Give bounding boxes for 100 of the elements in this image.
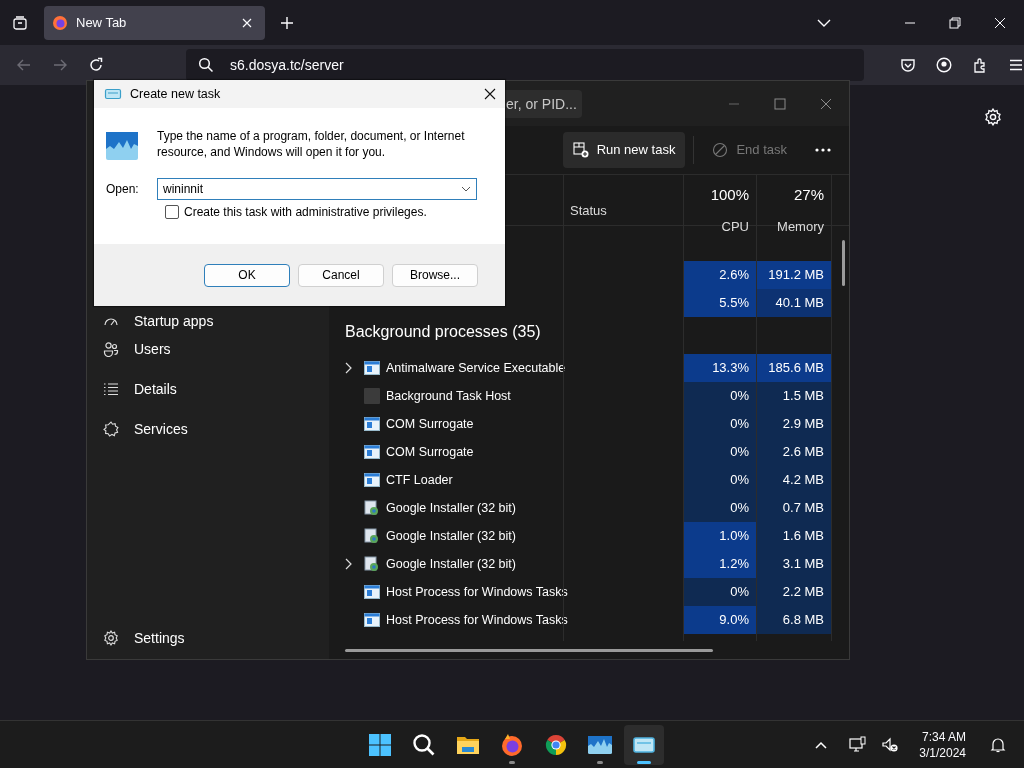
- browser-icon: [544, 732, 568, 757]
- window-icon: [364, 443, 380, 460]
- checkbox-label[interactable]: Create this task with administrative privileges.: [184, 205, 427, 219]
- settings-icon[interactable]: [984, 108, 1002, 126]
- memory-total: 27%: [793, 184, 824, 205]
- group-heading: Background processes (35): [344, 321, 542, 341]
- search-icon: [412, 732, 436, 757]
- checkbox[interactable]: [165, 205, 179, 219]
- maximize-icon[interactable]: [774, 97, 786, 110]
- process-name: Google Installer (32 bit): [386, 556, 516, 571]
- list-icon: [103, 381, 119, 397]
- account-icon[interactable]: [936, 57, 952, 73]
- window-icon: [364, 415, 380, 432]
- firefox-icon: [500, 732, 524, 757]
- column-header[interactable]: CPU: [721, 212, 749, 241]
- process-name: Google Installer (32 bit): [386, 528, 516, 543]
- memory-cell: 2.2 MB: [756, 577, 831, 606]
- column-header[interactable]: Memory: [777, 212, 824, 241]
- back-icon[interactable]: [16, 57, 32, 73]
- process-name: Host Process for Windows Tasks: [386, 584, 568, 599]
- close-icon[interactable]: [484, 88, 496, 100]
- settings-item[interactable]: Settings: [87, 623, 329, 653]
- cpu-total: 100%: [710, 184, 749, 205]
- memory-cell: 191.2 MB: [756, 260, 831, 289]
- blank-icon: [364, 387, 380, 404]
- window-icon: [364, 359, 380, 376]
- address-bar[interactable]: s6.dosya.tc/server: [186, 49, 864, 81]
- pocket-icon[interactable]: [900, 57, 916, 73]
- sidebar-item[interactable]: Services: [87, 414, 329, 444]
- search-icon: [198, 57, 214, 73]
- installer-icon: [364, 527, 380, 544]
- browser-tab[interactable]: New Tab: [44, 5, 265, 40]
- dialog-button[interactable]: OK: [204, 263, 290, 287]
- tab-title: New Tab: [76, 15, 128, 30]
- run-icon: [104, 88, 122, 100]
- add-window-icon: [572, 141, 589, 158]
- sidebar-item[interactable]: Details: [87, 374, 329, 404]
- cpu-cell: 13.3%: [683, 353, 756, 382]
- memory-cell: 1.6 MB: [756, 521, 831, 550]
- chevron-down-icon[interactable]: [461, 186, 471, 192]
- dialog-button[interactable]: Browse...: [392, 263, 478, 287]
- cpu-cell: 0%: [683, 381, 756, 410]
- memory-cell: 0.7 MB: [756, 493, 831, 522]
- process-name: Google Installer (32 bit): [386, 500, 516, 515]
- window-icon: [364, 583, 380, 600]
- process-name: Antimalware Service Executable: [386, 360, 566, 375]
- run-new-task-button[interactable]: Run new task: [562, 131, 686, 168]
- taskbar-app-button[interactable]: [624, 724, 664, 765]
- menu-icon[interactable]: [1008, 57, 1024, 73]
- reload-icon[interactable]: [88, 57, 104, 73]
- muted-speaker-icon[interactable]: [881, 735, 900, 754]
- settings-icon: [103, 630, 119, 646]
- process-name: CTF Loader: [386, 472, 453, 487]
- scrollbar[interactable]: [345, 649, 713, 653]
- memory-cell: 3.1 MB: [756, 549, 831, 578]
- dialog-button[interactable]: Cancel: [298, 263, 384, 287]
- new-tab-icon[interactable]: [279, 14, 295, 31]
- prohibited-icon: [712, 141, 729, 158]
- open-combo-box[interactable]: wininnit: [157, 178, 477, 200]
- memory-cell: 2.6 MB: [756, 437, 831, 466]
- memory-cell: 2.9 MB: [756, 409, 831, 438]
- column-header[interactable]: Status: [564, 174, 683, 218]
- memory-cell: 4.2 MB: [756, 465, 831, 494]
- windows-icon: [368, 732, 392, 757]
- chevron-right-icon[interactable]: [344, 557, 352, 570]
- sidebar-item[interactable]: Startup apps: [87, 310, 329, 332]
- window-icon: [364, 611, 380, 628]
- cpu-cell: 1.2%: [683, 549, 756, 578]
- forward-icon[interactable]: [52, 57, 68, 73]
- network-icon[interactable]: [849, 735, 868, 754]
- tab-list-icon[interactable]: [12, 14, 28, 31]
- memory-cell: 40.1 MB: [756, 288, 831, 317]
- cpu-cell: 1.0%: [683, 521, 756, 550]
- extensions-icon[interactable]: [972, 57, 988, 73]
- restore-icon[interactable]: [949, 16, 961, 29]
- cpu-cell: 0%: [683, 577, 756, 606]
- memory-cell: 1.5 MB: [756, 381, 831, 410]
- chevron-right-icon[interactable]: [344, 361, 352, 374]
- process-name: COM Surrogate: [386, 444, 474, 459]
- memory-cell: 6.8 MB: [756, 605, 831, 634]
- memory-cell: 185.6 MB: [756, 353, 831, 382]
- cpu-cell: 9.0%: [683, 605, 756, 634]
- users-icon: [103, 341, 119, 357]
- window-icon: [364, 471, 380, 488]
- cpu-cell: 2.6%: [683, 260, 756, 289]
- graph-icon: [106, 132, 138, 160]
- dialog-title: Create new task: [130, 87, 221, 101]
- more-icon[interactable]: [815, 147, 831, 152]
- installer-icon: [364, 555, 380, 572]
- process-name: Host Process for Windows Tasks: [386, 612, 568, 627]
- notification-bell-icon[interactable]: [990, 736, 1006, 753]
- cpu-cell: 5.5%: [683, 288, 756, 317]
- scrollbar[interactable]: [842, 239, 845, 286]
- sidebar-item[interactable]: Users: [87, 334, 329, 364]
- open-label: Open:: [106, 182, 140, 196]
- cpu-cell: 0%: [683, 437, 756, 466]
- process-name: COM Surrogate: [386, 416, 474, 431]
- instruction-text: Type the name of a program, folder, document, or Internet resource, and Windows will open it for you.: [157, 128, 466, 160]
- clock[interactable]: 7:34 AM 3/1/2024: [919, 728, 966, 761]
- firefox-icon: [52, 14, 68, 31]
